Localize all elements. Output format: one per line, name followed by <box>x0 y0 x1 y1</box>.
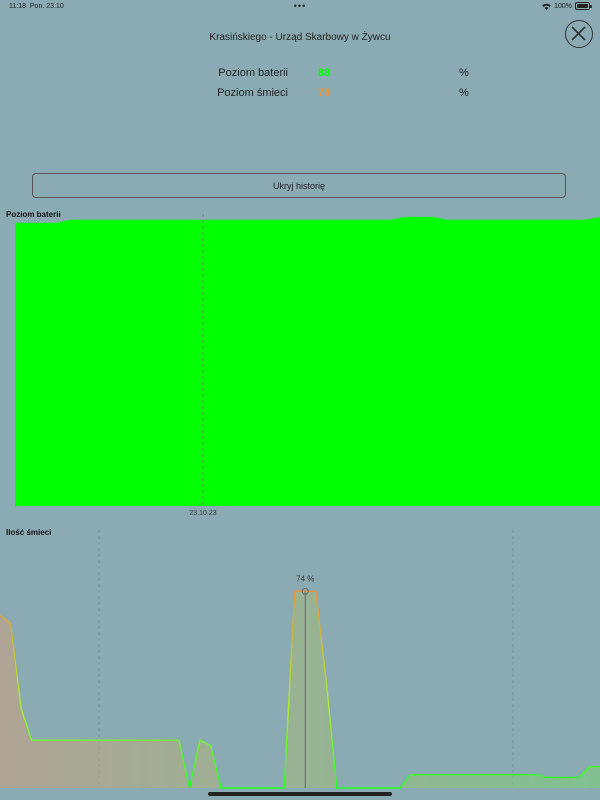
battery-level-value: 88 <box>318 67 331 79</box>
waste-area <box>0 591 600 788</box>
battery-level-row: Poziom baterii 88 % <box>0 67 600 83</box>
battery-icon <box>575 2 592 10</box>
waste-level-label: Poziom śmieci <box>217 87 288 99</box>
waste-peak-label: 74 % <box>296 574 314 583</box>
battery-area <box>15 216 600 506</box>
close-icon <box>571 26 586 41</box>
battery-level-unit: % <box>459 67 469 79</box>
waste-level-row: Poziom śmieci 78 % <box>0 87 600 103</box>
multitasking-dots-icon[interactable]: ••• <box>0 1 600 11</box>
home-indicator <box>208 792 392 796</box>
battery-x-tick-label: 23.10.23 <box>189 510 216 517</box>
waste-level-unit: % <box>459 87 469 99</box>
battery-percent: 100% <box>554 2 572 10</box>
battery-chart: 23.10.23 <box>15 214 600 517</box>
page-title: Krasińskiego - Urząd Skarbowy w Żywcu <box>209 32 391 43</box>
status-bar: 11:18 Pon. 23.10 ••• 100% <box>0 0 600 14</box>
wifi-icon <box>542 3 551 10</box>
waste-level-value: 78 <box>318 87 331 99</box>
hide-history-button[interactable]: Ukryj historię <box>32 173 566 198</box>
battery-level-label: Poziom baterii <box>218 67 288 79</box>
waste-chart: 74 % <box>0 530 600 789</box>
close-button[interactable] <box>565 20 593 48</box>
status-right: 100% <box>542 2 592 10</box>
